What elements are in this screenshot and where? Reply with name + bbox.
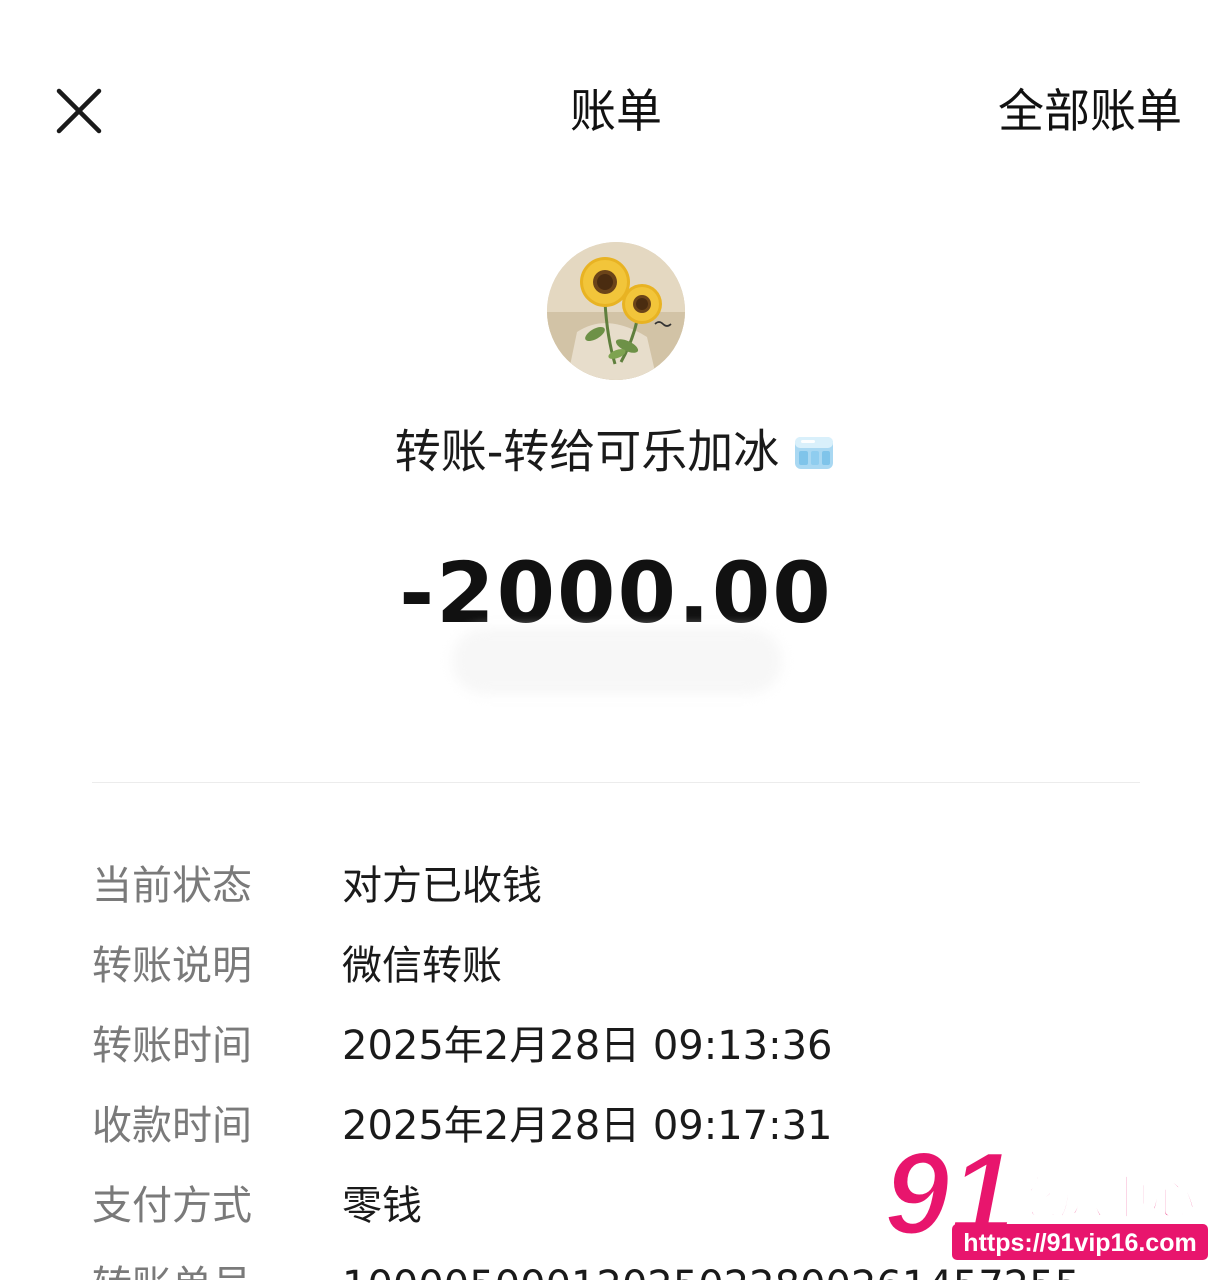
detail-value: 2025年2月28日 09:13:36 [342, 1023, 833, 1069]
divider [92, 782, 1140, 783]
detail-row-note: 转账说明 微信转账 [92, 935, 1140, 1015]
sunflower-avatar [547, 242, 685, 380]
detail-value: 零钱 [342, 1183, 422, 1229]
top-bar: 账单 全部账单 [0, 0, 1232, 200]
detail-label: 收款时间 [92, 1103, 252, 1149]
detail-label: 转账说明 [92, 943, 252, 989]
detail-value: 微信转账 [342, 943, 502, 989]
payee-name: 转账-转给可乐加冰 [394, 424, 780, 479]
watermark-brand: 吃瓜中心 [1012, 1171, 1196, 1225]
all-bills-link[interactable]: 全部账单 [998, 80, 1182, 142]
detail-label: 支付方式 [92, 1183, 252, 1229]
payee-line: 转账-转给可乐加冰 [0, 418, 1232, 482]
detail-label: 当前状态 [92, 863, 252, 909]
detail-label: 转账时间 [92, 1023, 252, 1069]
avatar [547, 242, 685, 380]
detail-value: 对方已收钱 [342, 863, 542, 909]
amount: -2000.00 [399, 544, 833, 642]
detail-row-transfer-time: 转账时间 2025年2月28日 09:13:36 [92, 1015, 1140, 1095]
watermark-url: https://91vip16.com [963, 1229, 1196, 1257]
ice-cube-icon [791, 429, 837, 475]
detail-label: 转账单号 [92, 1255, 252, 1280]
detail-value: 2025年2月28日 09:17:31 [342, 1103, 833, 1149]
blurred-region [452, 628, 782, 694]
detail-row-status: 当前状态 对方已收钱 [92, 855, 1140, 935]
watermark-logo: 91 吃瓜中心 https://91vip16.com [880, 1127, 1220, 1270]
bill-detail-page: 账单 全部账单 转账-转给可乐加冰 -2000.00 当前状态 对方已收钱 转账… [0, 0, 1232, 1280]
